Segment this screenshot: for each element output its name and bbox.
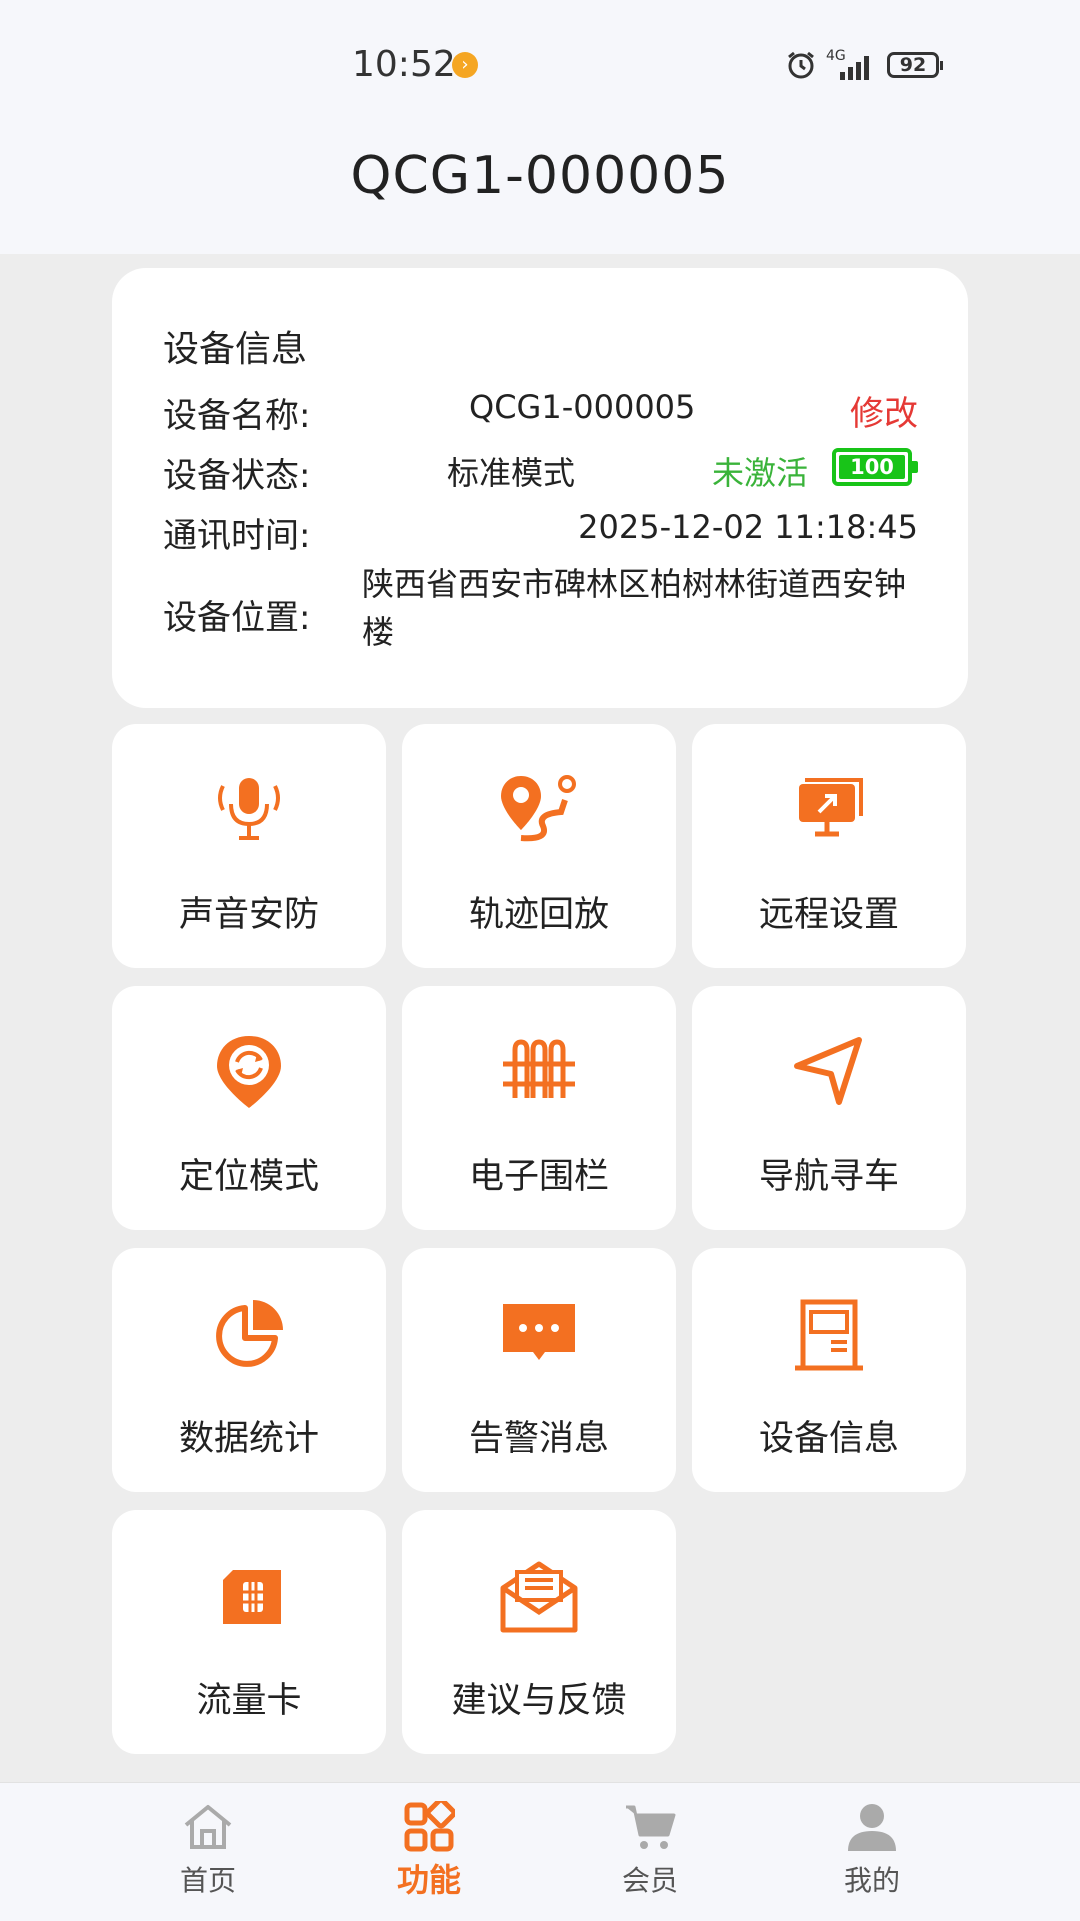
navigation-arrow-icon [794, 1037, 862, 1105]
tab-home[interactable]: 首页 [108, 1783, 308, 1921]
edit-button[interactable]: 修改 [850, 386, 918, 435]
feature-label: 远程设置 [758, 895, 899, 935]
feature-label: 数据统计 [178, 1419, 319, 1459]
mail-icon [500, 1561, 578, 1633]
feature-label: 声音安防 [178, 895, 319, 935]
feature-device-info[interactable]: 设备信息 [692, 1248, 966, 1492]
remote-screen-icon [799, 778, 863, 837]
feature-feedback[interactable]: 建议与反馈 [402, 1510, 676, 1754]
feature-label: 设备信息 [758, 1419, 899, 1459]
page-title: QCG1-000005 [350, 146, 730, 206]
fence-icon [503, 1039, 575, 1098]
comm-time-label: 通讯时间: [163, 516, 311, 556]
tab-label: 功能 [396, 1861, 461, 1899]
device-info-card: 设备信息 设备名称: QCG1-000005 修改 设备状态: 标准模式 未激活… [112, 268, 968, 708]
tab-mine[interactable]: 我的 [772, 1783, 972, 1921]
home-icon [184, 1805, 232, 1849]
tab-features[interactable]: 功能 [329, 1783, 529, 1921]
feature-label: 流量卡 [196, 1681, 302, 1721]
user-icon [848, 1804, 896, 1851]
cart-icon [626, 1805, 676, 1849]
location-value: 陕西省西安市碑林区柏树林街道西安钟楼 [362, 565, 907, 651]
grid-icon [404, 1801, 455, 1852]
bottom-tab-bar: 首页 功能 会员 我的 [0, 1782, 1080, 1921]
chat-bubble-icon [503, 1304, 575, 1360]
battery-indicator: 92 [887, 52, 943, 78]
route-pin-icon [501, 775, 576, 842]
device-battery-level: 100 [839, 455, 905, 479]
sim-card-icon [223, 1570, 281, 1624]
alarm-icon [788, 51, 814, 79]
tab-label: 首页 [179, 1864, 236, 1897]
feature-label: 轨迹回放 [468, 895, 609, 935]
feature-label: 电子围栏 [468, 1157, 609, 1197]
feature-sound-security[interactable]: 声音安防 [112, 724, 386, 968]
tab-membership[interactable]: 会员 [550, 1783, 750, 1921]
tab-label: 我的 [843, 1864, 900, 1897]
header-area: 10:52 › 4G 92 QCG1-000005 [0, 0, 1080, 254]
status-time: 10:52 [352, 44, 456, 85]
feature-navigation[interactable]: 导航寻车 [692, 986, 966, 1230]
device-name-label: 设备名称: [163, 396, 311, 436]
signal-icon [840, 56, 869, 80]
section-title: 设备信息 [163, 329, 308, 370]
device-status-label: 设备状态: [163, 456, 311, 496]
device-name-value: QCG1-000005 [469, 388, 696, 426]
activation-status: 未激活 [712, 454, 809, 492]
feature-label: 建议与反馈 [451, 1681, 627, 1721]
comm-time-value: 2025-12-02 11:18:45 [578, 508, 918, 546]
microphone-icon [218, 778, 280, 840]
location-label: 设备位置: [163, 598, 311, 638]
feature-location-mode[interactable]: 定位模式 [112, 986, 386, 1230]
feature-geofence[interactable]: 电子围栏 [402, 986, 676, 1230]
location-refresh-icon [217, 1036, 281, 1108]
device-battery-icon: 100 [832, 448, 918, 486]
feature-label: 告警消息 [468, 1419, 609, 1459]
feature-data-card[interactable]: 流量卡 [112, 1510, 386, 1754]
feature-statistics[interactable]: 数据统计 [112, 1248, 386, 1492]
device-icon [795, 1299, 863, 1371]
device-mode-value: 标准模式 [447, 454, 576, 492]
feature-label: 导航寻车 [758, 1157, 899, 1197]
notification-icon: › [452, 52, 478, 78]
tab-label: 会员 [621, 1864, 678, 1897]
feature-label: 定位模式 [178, 1157, 319, 1197]
pie-chart-icon [216, 1300, 283, 1367]
feature-track-playback[interactable]: 轨迹回放 [402, 724, 676, 968]
feature-alarm-messages[interactable]: 告警消息 [402, 1248, 676, 1492]
feature-remote-settings[interactable]: 远程设置 [692, 724, 966, 968]
